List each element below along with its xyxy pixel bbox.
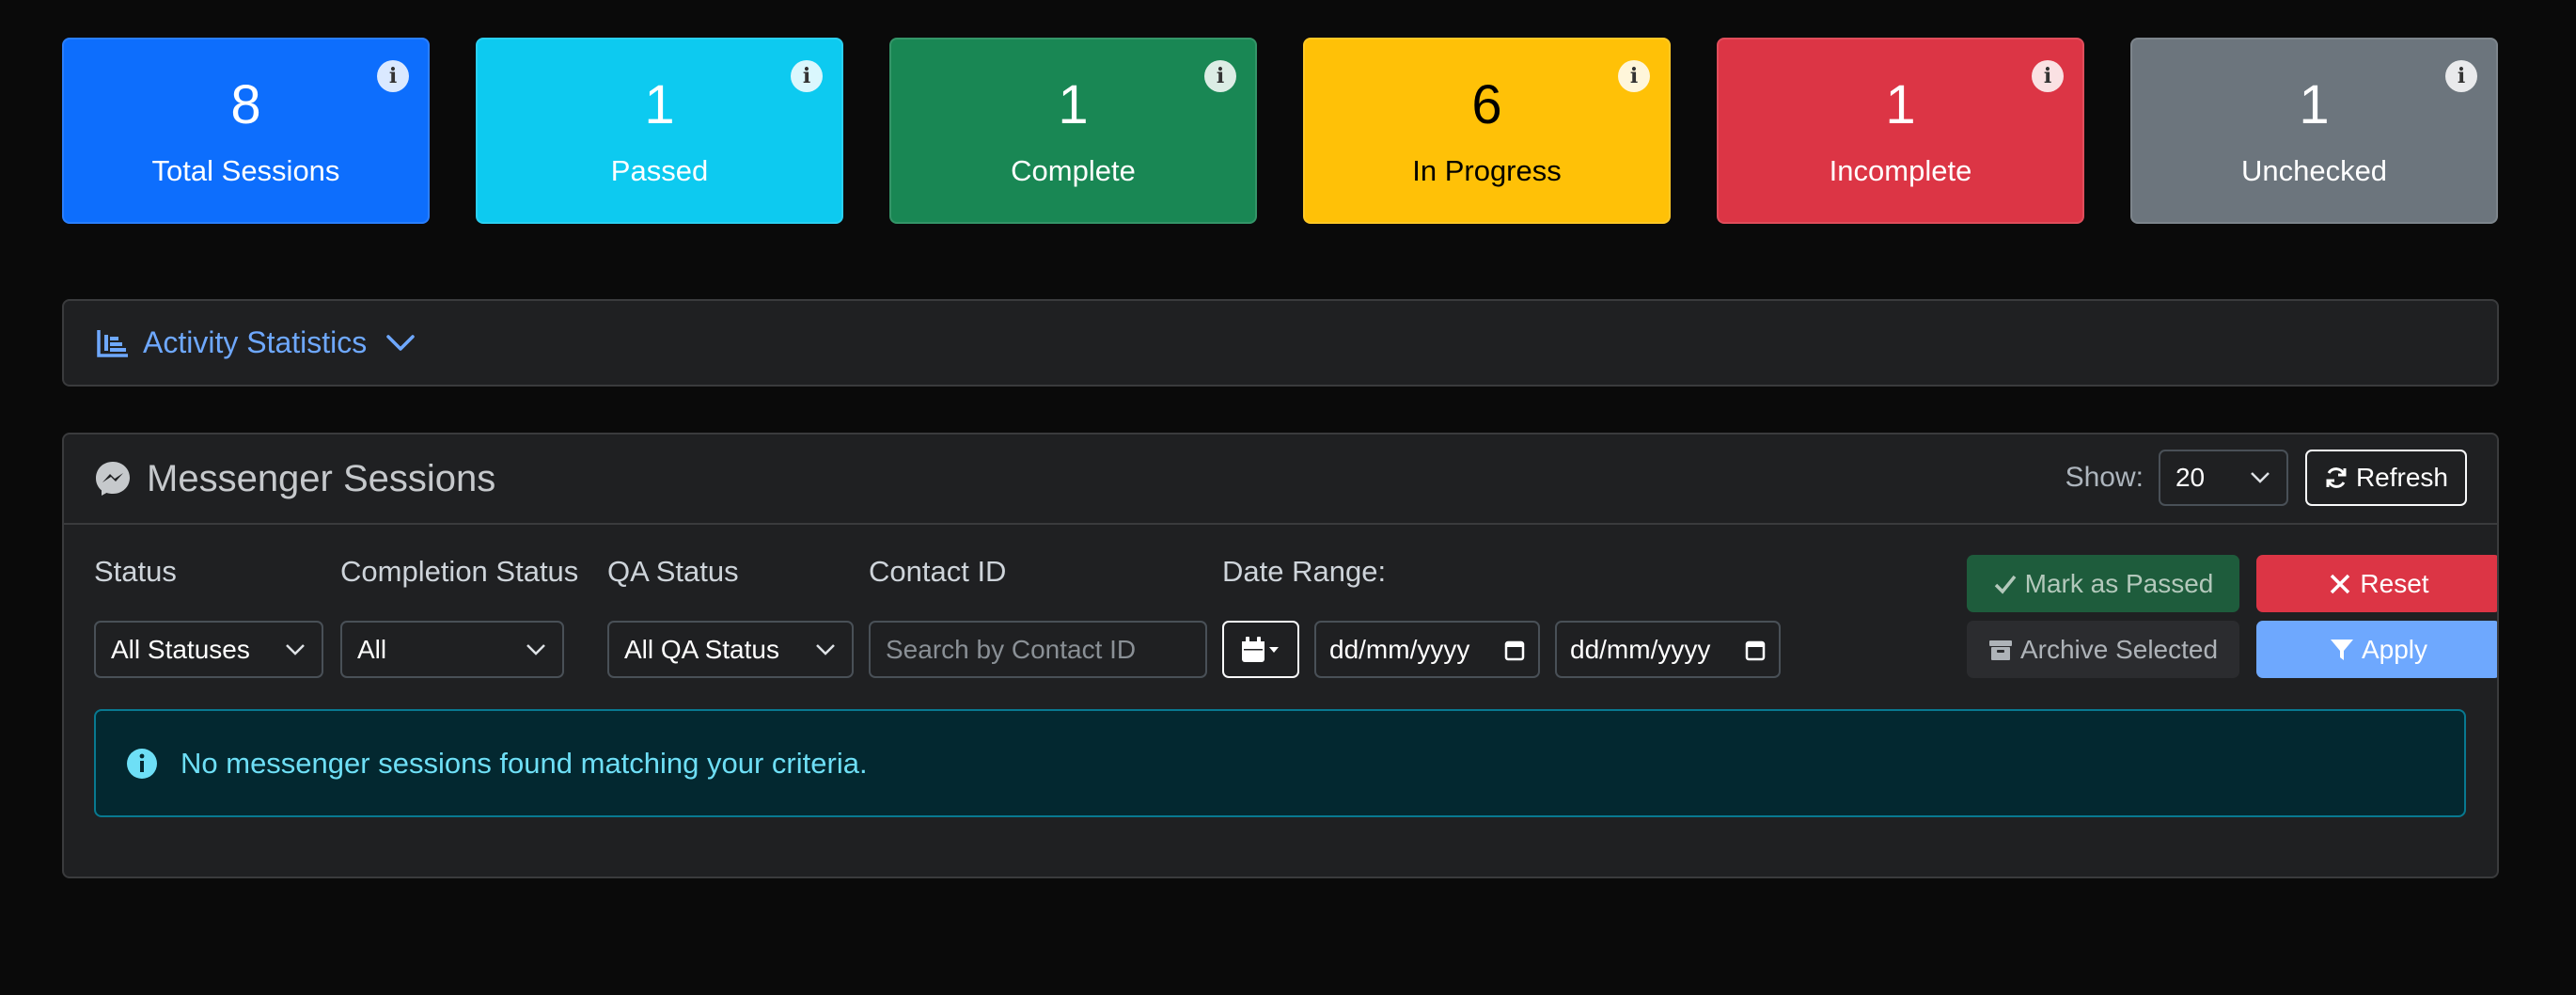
status-select-value: All Statuses <box>111 634 250 664</box>
stat-card-in-progress: i 6 In Progress <box>1303 38 1671 224</box>
refresh-button[interactable]: Refresh <box>2304 450 2467 506</box>
completion-select-value: All <box>357 634 387 664</box>
info-icon[interactable]: i <box>2032 60 2064 92</box>
status-select[interactable]: All Statuses <box>94 621 323 678</box>
date-range-label: Date Range: <box>1222 555 1387 588</box>
calendar-icon[interactable] <box>1745 639 1766 661</box>
contact-id-placeholder: Search by Contact ID <box>886 634 1137 664</box>
stat-label: Incomplete <box>1829 153 1972 187</box>
stat-value: 6 <box>1471 73 1502 135</box>
stat-card-unchecked: i 1 Unchecked <box>2130 38 2498 224</box>
page-size-value: 20 <box>2175 463 2206 492</box>
date-to-input[interactable]: dd/mm/yyyy <box>1555 621 1781 678</box>
info-icon[interactable]: i <box>377 60 409 92</box>
messenger-icon <box>96 462 130 496</box>
stat-card-incomplete: i 1 Incomplete <box>1717 38 2084 224</box>
stat-label: Complete <box>1011 153 1136 187</box>
activity-statistics-toggle[interactable]: Activity Statistics <box>62 299 2499 387</box>
info-icon[interactable]: i <box>1618 60 1650 92</box>
stat-value: 1 <box>1885 73 1916 135</box>
chevron-down-icon <box>816 643 835 655</box>
info-circle-icon <box>127 748 157 779</box>
chevron-down-icon <box>286 643 305 655</box>
archive-selected-label: Archive Selected <box>2019 634 2219 664</box>
messenger-sessions-panel: Messenger Sessions Show: 20 Refresh Stat… <box>62 433 2499 878</box>
stat-card-total-sessions: i 8 Total Sessions <box>62 38 430 224</box>
stat-label: In Progress <box>1412 153 1562 187</box>
stats-row: i 8 Total Sessions i 1 Passed i 1 Comple… <box>62 38 2499 224</box>
stat-card-complete: i 1 Complete <box>889 38 1257 224</box>
contact-id-label: Contact ID <box>869 555 1007 588</box>
archive-selected-button[interactable]: Archive Selected <box>1967 621 2239 678</box>
mark-as-passed-button[interactable]: Mark as Passed <box>1967 555 2239 612</box>
completion-status-select[interactable]: All <box>340 621 564 678</box>
info-icon[interactable]: i <box>1204 60 1236 92</box>
chevron-down-icon <box>2251 472 2270 483</box>
reset-label: Reset <box>2360 568 2429 598</box>
date-preset-dropdown[interactable] <box>1222 621 1299 678</box>
refresh-icon <box>2326 467 2347 488</box>
apply-button[interactable]: Apply <box>2256 621 2497 678</box>
calendar-icon <box>1242 636 1279 662</box>
calendar-icon[interactable] <box>1504 639 1525 661</box>
stat-value: 1 <box>1058 73 1089 135</box>
date-from-input[interactable]: dd/mm/yyyy <box>1314 621 1540 678</box>
info-icon[interactable]: i <box>2445 60 2477 92</box>
status-filter-label: Status <box>94 555 177 588</box>
no-results-alert: No messenger sessions found matching you… <box>94 709 2466 817</box>
page-size-controls: Show: 20 Refresh <box>2066 450 2467 506</box>
chevron-down-icon <box>386 334 416 351</box>
stat-card-passed: i 1 Passed <box>476 38 843 224</box>
stat-value: 1 <box>2299 73 2330 135</box>
mark-as-passed-label: Mark as Passed <box>2024 568 2214 598</box>
panel-title: Messenger Sessions <box>147 457 496 499</box>
check-icon <box>1994 575 2016 594</box>
page-size-select[interactable]: 20 <box>2158 450 2288 506</box>
stat-value: 1 <box>644 73 675 135</box>
archive-icon <box>1988 640 2012 660</box>
alert-message: No messenger sessions found matching you… <box>181 746 868 780</box>
reset-button[interactable]: Reset <box>2256 555 2497 612</box>
qa-select-value: All QA Status <box>624 634 779 664</box>
info-icon[interactable]: i <box>791 60 823 92</box>
filter-icon <box>2330 639 2353 660</box>
panel-header: Messenger Sessions Show: 20 Refresh <box>64 434 2497 525</box>
qa-status-label: QA Status <box>607 555 739 588</box>
date-to-value: dd/mm/yyyy <box>1570 634 1711 664</box>
completion-status-label: Completion Status <box>340 555 579 588</box>
date-from-value: dd/mm/yyyy <box>1329 634 1470 664</box>
chart-icon <box>97 329 128 357</box>
stat-label: Unchecked <box>2240 153 2388 187</box>
qa-status-select[interactable]: All QA Status <box>607 621 854 678</box>
refresh-label: Refresh <box>2355 463 2448 492</box>
chevron-down-icon <box>526 643 545 655</box>
apply-label: Apply <box>2361 634 2428 664</box>
stat-value: 8 <box>230 73 261 135</box>
contact-id-input[interactable]: Search by Contact ID <box>869 621 1207 678</box>
stat-label: Total Sessions <box>151 153 340 187</box>
close-icon <box>2331 574 2350 593</box>
stat-label: Passed <box>610 153 709 187</box>
show-label: Show: <box>2065 462 2144 493</box>
activity-statistics-title: Activity Statistics <box>143 325 368 359</box>
